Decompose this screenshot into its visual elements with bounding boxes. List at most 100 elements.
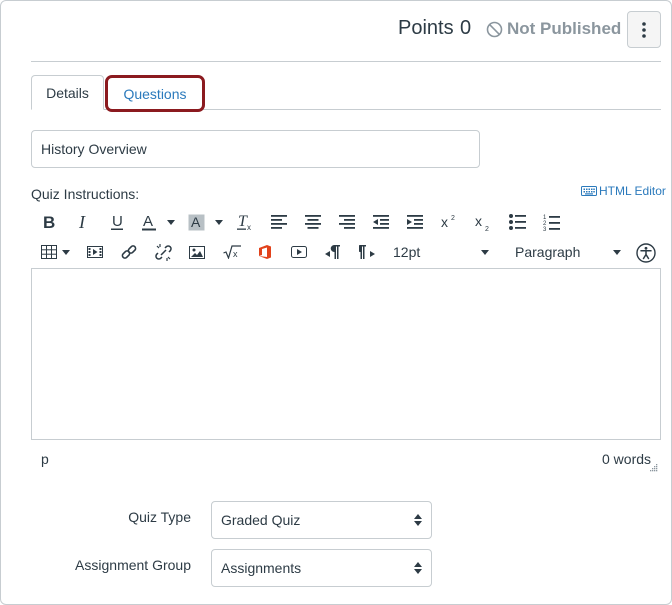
kebab-menu-icon	[642, 21, 646, 38]
svg-text:x: x	[247, 223, 251, 231]
bold-button[interactable]: B	[39, 212, 59, 232]
svg-text:3: 3	[543, 227, 547, 231]
superscript-button[interactable]: x2	[439, 211, 459, 231]
svg-text:2: 2	[451, 215, 455, 222]
assignment-group-label: Assignment Group	[75, 557, 191, 573]
outdent-button[interactable]	[371, 212, 391, 232]
svg-text:U: U	[112, 214, 123, 230]
link-icon	[121, 245, 137, 259]
align-right-icon	[339, 215, 355, 229]
italic-button[interactable]: I	[74, 212, 94, 232]
background-color-icon: A	[188, 214, 204, 230]
header-divider	[31, 61, 661, 62]
publish-status: Not Published	[486, 19, 621, 39]
block-format-value: Paragraph	[515, 244, 581, 260]
indent-icon	[407, 215, 423, 229]
resize-handle-icon[interactable]	[649, 463, 658, 472]
clear-formatting-button[interactable]: Tx	[235, 212, 257, 232]
align-left-icon	[271, 215, 287, 229]
subscript-button[interactable]: x2	[473, 213, 493, 233]
underline-icon: U	[111, 214, 123, 230]
ltr-icon	[325, 245, 340, 259]
align-center-button[interactable]	[303, 212, 323, 232]
select-arrows-icon	[414, 562, 422, 574]
text-color-dropdown[interactable]	[165, 215, 177, 229]
svg-text:x: x	[441, 214, 448, 229]
caret-down-icon	[481, 249, 489, 255]
quiz-instructions-label: Quiz Instructions:	[31, 186, 140, 202]
superscript-icon: x2	[441, 214, 455, 229]
quiz-editor-panel: Points 0 Not Published Details Questions…	[0, 0, 672, 605]
table-icon	[41, 245, 57, 259]
accessibility-button[interactable]	[635, 242, 657, 264]
caret-down-icon	[62, 249, 70, 255]
assignment-group-select[interactable]: Assignments	[211, 549, 432, 587]
link-button[interactable]	[119, 242, 139, 262]
caret-down-icon	[167, 219, 175, 225]
unlink-button[interactable]	[153, 242, 173, 262]
keyboard-icon	[581, 186, 597, 196]
svg-text:x: x	[233, 249, 238, 259]
bold-icon: B	[43, 214, 55, 230]
select-arrows-icon	[414, 514, 422, 526]
bullet-list-button[interactable]	[507, 212, 527, 232]
caret-down-icon	[215, 219, 223, 225]
numbered-list-icon: 123	[543, 215, 560, 231]
quiz-title-input[interactable]	[31, 130, 480, 168]
svg-text:B: B	[43, 214, 55, 230]
svg-text:I: I	[78, 214, 86, 230]
video-icon	[291, 246, 307, 258]
not-published-icon	[486, 21, 503, 37]
quiz-type-select[interactable]: Graded Quiz	[211, 501, 432, 539]
equation-button[interactable]: x	[221, 242, 243, 262]
text-color-icon: A	[142, 214, 156, 230]
office-icon	[259, 245, 271, 259]
word-count: 0 words	[602, 451, 652, 467]
editor-status-path: p	[41, 451, 49, 467]
svg-text:2: 2	[485, 226, 489, 232]
caret-down-icon	[613, 249, 621, 255]
more-options-button[interactable]	[627, 11, 661, 48]
align-center-icon	[305, 215, 321, 229]
ltr-button[interactable]	[323, 242, 343, 262]
points-value: 0	[460, 17, 472, 39]
html-editor-link[interactable]: HTML Editor	[581, 184, 666, 198]
quiz-type-label: Quiz Type	[128, 509, 191, 525]
table-dropdown[interactable]	[60, 245, 72, 259]
tab-questions[interactable]: Questions	[105, 75, 205, 112]
image-button[interactable]	[187, 242, 207, 262]
quiz-type-value: Graded Quiz	[221, 512, 301, 528]
indent-button[interactable]	[405, 212, 425, 232]
office-button[interactable]	[255, 242, 275, 262]
svg-text:A: A	[191, 214, 201, 230]
media-button[interactable]	[85, 242, 105, 262]
subscript-icon: x2	[475, 214, 489, 232]
italic-icon: I	[78, 214, 86, 230]
rtl-button[interactable]	[357, 242, 377, 262]
media-icon	[87, 246, 103, 258]
video-button[interactable]	[289, 242, 309, 262]
align-right-button[interactable]	[337, 212, 357, 232]
bullet-list-icon	[508, 214, 526, 230]
accessibility-icon	[636, 243, 656, 263]
svg-text:A: A	[143, 214, 153, 230]
numbered-list-button[interactable]: 123	[541, 212, 561, 232]
background-color-dropdown[interactable]	[213, 215, 225, 229]
assignment-group-value: Assignments	[221, 560, 302, 576]
outdent-icon	[373, 215, 389, 229]
underline-button[interactable]: U	[107, 212, 127, 232]
rtl-icon	[359, 245, 375, 259]
background-color-button[interactable]: A	[186, 212, 206, 232]
points-label: Points	[398, 17, 454, 39]
align-left-button[interactable]	[269, 212, 289, 232]
html-editor-link-text: HTML Editor	[599, 184, 666, 198]
table-button[interactable]	[39, 242, 59, 262]
text-color-button[interactable]: A	[139, 212, 159, 232]
publish-status-text: Not Published	[507, 19, 622, 38]
tab-details[interactable]: Details	[31, 75, 104, 110]
rich-content-editor[interactable]	[31, 268, 661, 440]
equation-icon: x	[223, 245, 241, 259]
block-format-select[interactable]: Paragraph	[513, 241, 621, 263]
image-icon	[189, 245, 205, 259]
font-size-select[interactable]: 12pt	[389, 241, 489, 263]
